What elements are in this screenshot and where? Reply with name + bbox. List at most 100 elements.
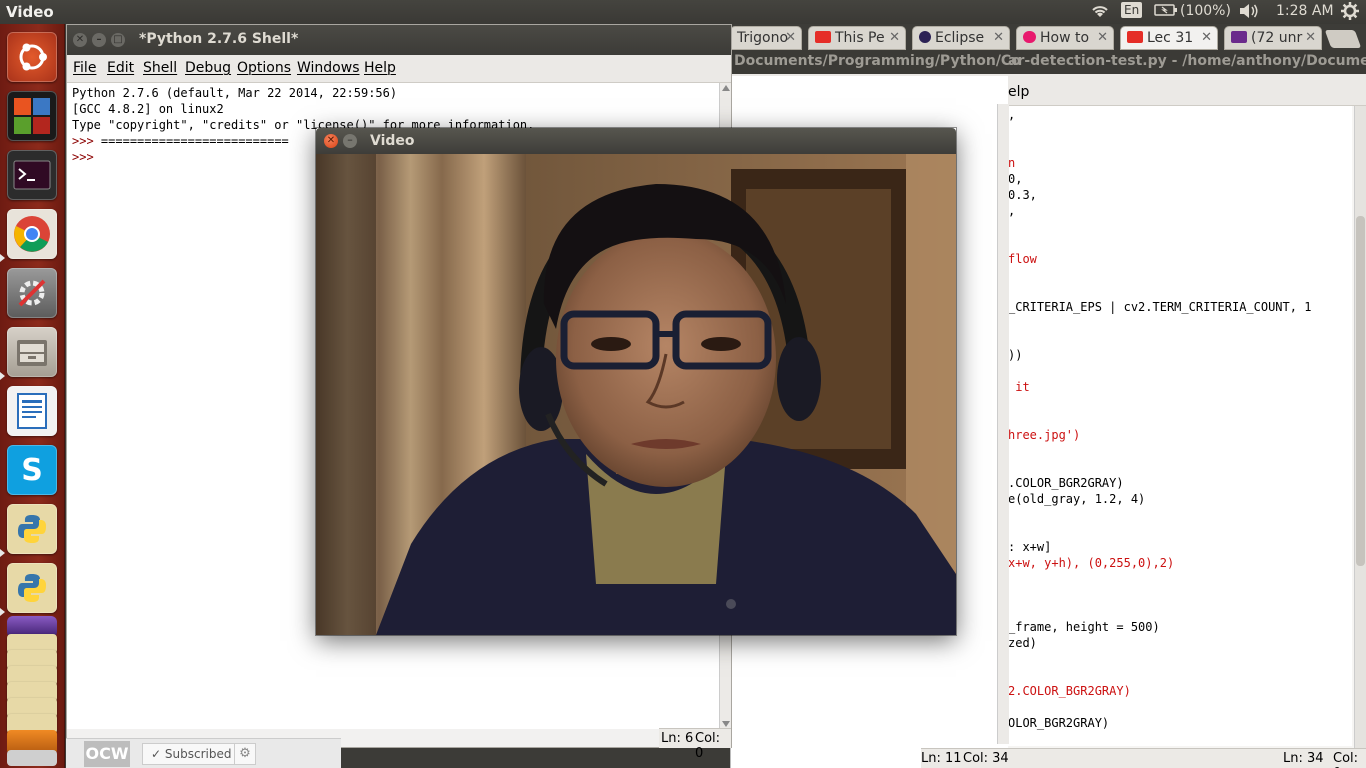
ubuntu-dash-icon[interactable] (7, 32, 57, 82)
menu-shell[interactable]: Shell (143, 60, 177, 76)
chrome-tab-active[interactable]: Lec 31 ✕ (1120, 26, 1218, 50)
tab-label: Lec 31 (1147, 30, 1194, 46)
youtube-favicon-icon (1127, 31, 1143, 43)
video-title: Video (370, 133, 415, 149)
code-line: OLOR_BGR2GRAY) (1008, 716, 1110, 730)
files-icon[interactable] (7, 327, 57, 377)
wikihow-favicon-icon (1023, 31, 1036, 43)
tab-label: Eclipse (935, 30, 985, 46)
close-icon[interactable]: ✕ (73, 33, 87, 47)
tab-label: (72 unr (1251, 30, 1303, 46)
chrome-tab-strip: Trigono ✕ This Pe ✕ Eclipse ✕ How to ✕ L… (730, 24, 1366, 50)
maximize-icon[interactable]: □ (111, 33, 125, 47)
editor-2-scrollbar[interactable] (997, 104, 1009, 744)
close-tab-icon[interactable]: ✕ (993, 30, 1004, 45)
system-settings-icon[interactable] (7, 268, 57, 318)
youtube-subscribe-strip: OCW ✓ Subscribed ⚙ (66, 738, 341, 768)
code-line: e(old_gray, 1.2, 4) (1008, 492, 1146, 506)
close-tab-icon[interactable]: ✕ (1097, 30, 1108, 45)
new-tab-button[interactable] (1324, 30, 1362, 48)
shell-title: *Python 2.7.6 Shell* (139, 31, 299, 47)
keyboard-layout-indicator[interactable]: En (1121, 2, 1143, 18)
code-line: , (1008, 108, 1016, 122)
mail-favicon-icon (1231, 31, 1247, 43)
code-line: zed) (1008, 636, 1037, 650)
tab-label: How to (1040, 30, 1090, 46)
youtube-favicon-icon (815, 31, 831, 43)
chrome-tab[interactable]: (72 unr ✕ (1224, 26, 1322, 50)
video-titlebar[interactable]: ✕ – Video (316, 128, 956, 154)
subscribed-button[interactable]: ✓ Subscribed (142, 743, 241, 765)
shell-line: Python 2.7.6 (default, Mar 22 2014, 22:5… (72, 86, 398, 100)
shell-menubar: File Edit Shell Debug Options Windows He… (67, 55, 731, 83)
close-tab-icon[interactable]: ✕ (889, 30, 900, 45)
code-line: it (1008, 380, 1030, 394)
workspace-switcher-icon[interactable] (7, 91, 57, 141)
menu-options[interactable]: Options (237, 60, 291, 76)
idle-python-icon[interactable] (7, 504, 57, 554)
unity-launcher: S (0, 24, 65, 768)
shell-line: ========================== (100, 134, 289, 148)
wifi-icon[interactable] (1090, 3, 1110, 23)
tab-label: Trigono (737, 30, 789, 46)
minimize-icon[interactable]: – (343, 134, 357, 148)
close-tab-icon[interactable]: ✕ (1201, 30, 1212, 45)
battery-icon[interactable] (1154, 3, 1178, 21)
code-line: _CRITERIA_EPS | cv2.TERM_CRITERIA_COUNT,… (1008, 300, 1312, 314)
menu-edit[interactable]: Edit (107, 60, 134, 76)
webcam-image (316, 154, 956, 635)
code-line: : x+w] (1008, 540, 1052, 554)
close-tab-icon[interactable]: ✕ (1305, 30, 1316, 45)
shell-line: [GCC 4.8.2] on linux2 (72, 102, 224, 116)
code-line: flow (1008, 252, 1037, 266)
terminal-icon[interactable] (7, 150, 57, 200)
volume-icon[interactable] (1238, 3, 1260, 23)
active-window-title: Video (6, 3, 54, 21)
close-tab-icon[interactable]: ✕ (785, 30, 796, 45)
chrome-tab[interactable]: Trigono ✕ (730, 26, 802, 50)
code-line: 0, (1008, 172, 1023, 186)
minimize-icon[interactable]: – (92, 33, 106, 47)
editor-status-bar: Ln: 34 Col: 0 (1008, 748, 1366, 768)
chrome-tab[interactable]: How to ✕ (1016, 26, 1114, 50)
tab-label: This Pe (835, 30, 885, 46)
code-line: hree.jpg') (1008, 428, 1081, 442)
shell-prompt: >>> (72, 150, 94, 164)
code-line: x+w, y+h), (0,255,0),2) (1008, 556, 1175, 570)
video-window: ✕ – Video (316, 128, 956, 635)
code-line: 0.3, (1008, 188, 1037, 202)
menu-debug[interactable]: Debug (185, 60, 231, 76)
chrome-icon[interactable] (7, 209, 57, 259)
code-line: .COLOR_BGR2GRAY) (1008, 476, 1124, 490)
editor-scrollbar[interactable] (1354, 106, 1366, 751)
launcher-stacked-icons[interactable] (7, 616, 57, 766)
settings-gear-icon[interactable] (1340, 1, 1360, 25)
background-window-title: Documents/Programming/Python/Co ar-detec… (730, 50, 1366, 74)
code-line: n (1008, 156, 1016, 170)
idle-python-icon-2[interactable] (7, 563, 57, 613)
code-line: )) (1008, 348, 1023, 362)
clock[interactable]: 1:28 AM (1276, 3, 1334, 19)
chrome-tab[interactable]: Eclipse ✕ (912, 26, 1010, 50)
menu-help[interactable]: elp (1008, 84, 1029, 100)
eclipse-favicon-icon (919, 31, 931, 43)
chrome-tab[interactable]: This Pe ✕ (808, 26, 906, 50)
editor-2-status-bar: Ln: 11 Col: 34 (921, 748, 1009, 768)
ocw-logo: OCW (84, 741, 130, 767)
code-line: _frame, height = 500) (1008, 620, 1160, 634)
battery-percentage[interactable]: (100%) (1180, 3, 1231, 19)
menu-file[interactable]: File (73, 60, 96, 76)
close-icon[interactable]: ✕ (324, 134, 338, 148)
top-panel: Video En (100%) 1:28 AM (0, 0, 1366, 24)
webcam-video-frame (316, 154, 956, 635)
menu-windows[interactable]: Windows (297, 60, 360, 76)
libreoffice-writer-icon[interactable] (7, 386, 57, 436)
shell-prompt: >>> (72, 134, 94, 148)
subscription-settings-gear-icon[interactable]: ⚙ (234, 743, 256, 765)
menu-help[interactable]: Help (364, 60, 396, 76)
shell-titlebar[interactable]: ✕ – □ *Python 2.7.6 Shell* (67, 25, 731, 55)
check-icon: ✓ (151, 747, 165, 761)
shell-status-bar: Ln: 6 Col: 0 (659, 728, 731, 761)
code-line: 2.COLOR_BGR2GRAY) (1008, 684, 1131, 698)
skype-icon[interactable]: S (7, 445, 57, 495)
